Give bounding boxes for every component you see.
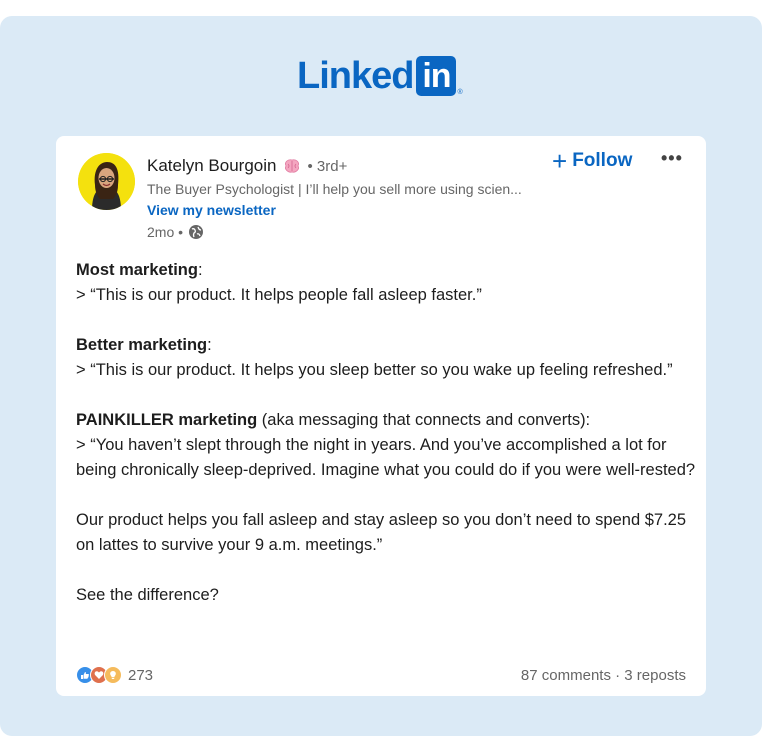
insightful-reaction-icon (104, 666, 122, 684)
reactions-summary[interactable]: 273 (76, 666, 153, 684)
colon: : (207, 336, 212, 354)
comments-reposts-stats[interactable]: 87 comments · 3 reposts (521, 667, 686, 684)
bold-text: PAINKILLER marketing (76, 411, 258, 429)
bold-text: Most marketing (76, 261, 198, 279)
author-name[interactable]: Katelyn Bourgoin (147, 156, 276, 176)
linkedin-logo: Linked in ® (297, 56, 463, 96)
author-headline: The Buyer Psychologist | I’ll help you s… (147, 181, 522, 197)
colon: : (197, 261, 203, 279)
logo-text: Linked (297, 55, 414, 97)
paragraph-5: See the difference? (76, 586, 219, 604)
logo-box: in (416, 56, 457, 96)
more-options-icon[interactable]: ••• (661, 148, 683, 169)
paragraph-1-heading: Most marketing: (76, 258, 696, 283)
follow-button[interactable]: + Follow (552, 146, 633, 176)
plus-icon: + (552, 146, 568, 176)
brain-emoji-icon (285, 159, 300, 173)
post-body: Most marketing: > “This is our product. … (76, 258, 696, 608)
paragraph-1-quote: > “This is our product. It helps people … (76, 286, 482, 304)
reaction-count: 273 (128, 666, 154, 684)
follow-label: Follow (572, 150, 633, 171)
heading-rest: (aka messaging that connects and convert… (257, 411, 591, 429)
avatar[interactable] (78, 153, 135, 210)
paragraph-3-quote: > “You haven’t slept through the night i… (76, 436, 696, 479)
author-row: Katelyn Bourgoin • 3rd+ (147, 156, 347, 176)
post-time: 2mo • (147, 224, 184, 240)
bold-text: Better marketing (76, 336, 208, 354)
globe-icon (189, 225, 204, 239)
logo-registered-mark: ® (457, 89, 463, 96)
paragraph-2-quote: > “This is our product. It helps you sle… (76, 361, 673, 379)
post-card: Katelyn Bourgoin • 3rd+ The Buyer Psycho… (56, 136, 706, 696)
paragraph-2-heading: Better marketing: (76, 333, 696, 358)
paragraph-3-heading: PAINKILLER marketing (aka messaging that… (76, 408, 696, 433)
paragraph-4: Our product helps you fall asleep and st… (76, 511, 687, 554)
post-timestamp: 2mo • (147, 224, 204, 240)
view-newsletter-link[interactable]: View my newsletter (147, 202, 276, 218)
connection-degree: • 3rd+ (307, 157, 348, 175)
